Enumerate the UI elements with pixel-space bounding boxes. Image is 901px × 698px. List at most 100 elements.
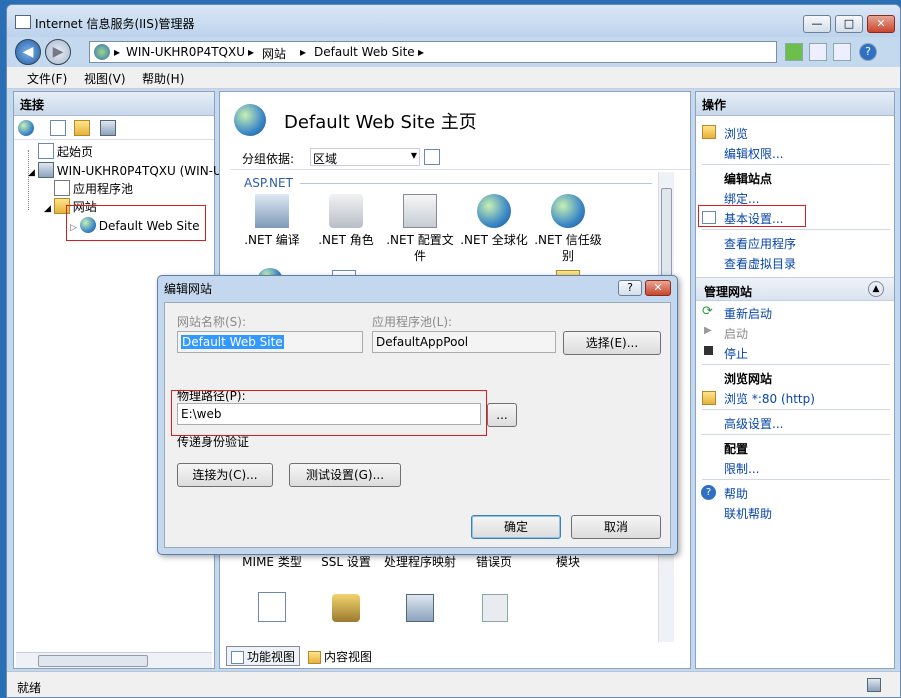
tree-app-pools[interactable]: 应用程序池	[54, 180, 133, 197]
menu-help[interactable]: 帮助(H)	[142, 70, 184, 87]
start-icon: ▶	[704, 325, 712, 336]
action-advanced-settings[interactable]: 高级设置...	[724, 415, 783, 432]
ok-button[interactable]: 确定	[471, 515, 561, 539]
disconnect-icon[interactable]	[100, 120, 116, 136]
tree-start-page[interactable]: 起始页	[38, 143, 93, 160]
feature-mime-types[interactable]: MIME 类型	[236, 554, 308, 570]
browse-icon	[702, 125, 716, 139]
expand-icon[interactable]: ◢	[28, 168, 38, 178]
maximize-button[interactable]: □	[835, 15, 863, 33]
stop-icon[interactable]	[809, 43, 827, 61]
status-bar: 就绪	[7, 671, 900, 697]
breadcrumb-sites[interactable]: 网站	[262, 45, 286, 62]
test-settings-button[interactable]: 测试设置(G)...	[289, 463, 401, 487]
action-stop[interactable]: 停止	[724, 345, 748, 362]
expand-icon[interactable]: ◢	[44, 204, 54, 214]
group-by-bar: 分组依据: 区域 ▼	[230, 144, 690, 170]
feature-net-roles[interactable]: .NET 角色	[310, 194, 382, 248]
dialog-title: 编辑网站	[164, 282, 213, 296]
save-icon[interactable]	[50, 120, 66, 136]
minimize-button[interactable]: —	[803, 15, 831, 33]
action-browse[interactable]: 浏览	[724, 125, 748, 142]
feature-ssl-settings[interactable]: SSL 设置	[310, 554, 382, 570]
select-pool-button[interactable]: 选择(E)...	[563, 331, 661, 355]
features-view-icon	[231, 651, 244, 664]
address-bar[interactable]: ▸ WIN-UKHR0P4TQXU ▸ 网站 ▸ Default Web Sit…	[89, 41, 777, 63]
feature-net-globalization[interactable]: .NET 全球化	[458, 194, 530, 248]
action-view-virtual-dirs[interactable]: 查看虚拟目录	[724, 255, 796, 272]
trust-level-icon	[551, 194, 585, 228]
action-view-applications[interactable]: 查看应用程序	[724, 235, 796, 252]
feature-net-profile[interactable]: .NET 配置文件	[384, 194, 456, 264]
connections-title: 连接	[14, 92, 214, 116]
site-name-field[interactable]: Default Web Site	[177, 331, 363, 353]
server-status-icon	[867, 678, 881, 692]
section-header: ASP.NET	[244, 176, 293, 190]
start-page-icon	[38, 143, 54, 159]
tab-content-view[interactable]: 内容视图	[304, 647, 376, 667]
up-folder-icon[interactable]	[74, 120, 90, 136]
menu-file[interactable]: 文件(F)	[27, 70, 67, 87]
back-arrow-icon: ◀	[22, 44, 34, 60]
content-view-icon	[308, 651, 321, 664]
horizontal-scrollbar[interactable]	[16, 652, 212, 668]
collapse-section-icon[interactable]: ▲	[868, 281, 884, 297]
site-name-label: 网站名称(S):	[177, 315, 247, 329]
back-button[interactable]: ◀	[15, 39, 41, 65]
feature-net-trust-level[interactable]: .NET 信任级别	[532, 194, 604, 264]
help-icon[interactable]: ?	[859, 43, 877, 61]
section-configure: 配置	[724, 442, 749, 456]
breadcrumb-server[interactable]: WIN-UKHR0P4TQXU	[126, 45, 245, 59]
tree-server[interactable]: ◢ WIN-UKHR0P4TQXU (WIN-UK	[28, 162, 230, 178]
home-icon[interactable]	[833, 43, 851, 61]
action-edit-permissions[interactable]: 编辑权限...	[724, 145, 783, 162]
cancel-button[interactable]: 取消	[571, 515, 661, 539]
app-pool-label: 应用程序池(L):	[372, 315, 453, 329]
globe-icon	[94, 44, 110, 60]
feature-handler-mappings[interactable]: 处理程序映射	[384, 554, 456, 570]
dialog-body: 网站名称(S): Default Web Site 应用程序池(L): Defa…	[164, 302, 671, 548]
breadcrumb-sep: ▸	[248, 45, 255, 59]
title-bar: Internet 信息服务(IIS)管理器 — □ ✕	[7, 5, 900, 37]
feature-net-compile[interactable]: .NET 编译	[236, 194, 308, 248]
connections-toolbar	[14, 116, 214, 140]
forward-button[interactable]: ▶	[45, 39, 71, 65]
scrollbar-thumb[interactable]	[38, 655, 148, 667]
breadcrumb-sep: ▸	[114, 45, 121, 59]
action-limits[interactable]: 限制...	[724, 460, 759, 477]
group-by-select[interactable]: 区域 ▼	[310, 148, 420, 166]
connect-as-button[interactable]: 连接为(C)...	[177, 463, 273, 487]
tab-features-view[interactable]: 功能视图	[226, 646, 301, 666]
lock-user-icon	[332, 594, 360, 622]
feature-modules[interactable]: 模块	[532, 554, 604, 570]
roles-icon	[329, 194, 363, 228]
manage-site-header[interactable]: 管理网站 ▲	[696, 277, 894, 301]
app-pool-field: DefaultAppPool	[372, 331, 556, 353]
actions-title: 操作	[696, 92, 894, 116]
connect-icon[interactable]	[18, 120, 34, 136]
file-check-icon	[258, 592, 286, 622]
handler-icon	[406, 594, 434, 622]
action-help[interactable]: 帮助	[724, 485, 748, 502]
site-home-globe-icon	[234, 104, 266, 136]
actions-panel: 操作 浏览 编辑权限... 编辑站点 绑定... 基本设置... 查看应用程序 …	[695, 91, 895, 669]
breadcrumb-site[interactable]: Default Web Site	[314, 45, 415, 59]
feature-error-pages[interactable]: 错误页	[458, 554, 530, 570]
menu-bar: 文件(F) 视图(V) 帮助(H)	[7, 67, 900, 89]
breadcrumb-sep: ▸	[300, 45, 307, 59]
dialog-help-button[interactable]: ?	[618, 280, 642, 296]
view-mode-icon[interactable]	[424, 149, 440, 165]
browse-path-button[interactable]: ...	[487, 403, 517, 427]
close-window-button[interactable]: ✕	[867, 15, 895, 33]
action-online-help[interactable]: 联机帮助	[724, 505, 772, 522]
forward-arrow-icon: ▶	[52, 44, 64, 60]
section-manage-site: 管理网站	[704, 285, 753, 299]
navigation-bar: ◀ ▶ ▸ WIN-UKHR0P4TQXU ▸ 网站 ▸ Default Web…	[7, 37, 900, 67]
action-browse-80[interactable]: 浏览 *:80 (http)	[724, 390, 815, 407]
action-restart[interactable]: 重新启动	[724, 305, 772, 322]
window-title: Internet 信息服务(IIS)管理器	[35, 17, 195, 31]
dialog-close-button[interactable]: ✕	[645, 280, 671, 296]
refresh-icon[interactable]	[785, 43, 803, 61]
menu-view[interactable]: 视图(V)	[84, 70, 126, 87]
section-browse-site: 浏览网站	[724, 372, 773, 386]
